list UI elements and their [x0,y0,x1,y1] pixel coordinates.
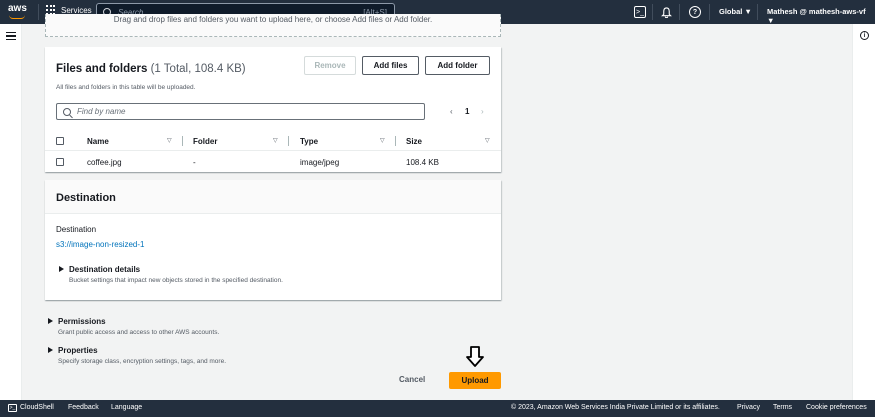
info-icon[interactable]: i [860,31,869,40]
drop-zone-text: Drag and drop files and folders you want… [113,15,433,24]
sort-caret-icon[interactable]: ▽ [380,137,385,144]
row-checkbox[interactable] [56,158,64,166]
expand-caret-icon[interactable] [48,347,53,353]
notifications-bell-icon[interactable] [660,6,672,18]
left-side-rail [0,24,22,400]
cell-type: image/jpeg [300,158,340,167]
column-divider[interactable] [395,136,396,146]
upload-button[interactable]: Upload [449,372,501,389]
cell-name: coffee.jpg [87,158,122,167]
filter-placeholder: Find by name [77,107,126,116]
add-folder-button[interactable]: Add folder [425,56,490,75]
find-by-name-input[interactable]: Find by name [56,103,425,120]
destination-label: Destination [56,225,97,234]
nav-divider [757,4,758,20]
column-divider[interactable] [288,136,289,146]
permissions-toggle[interactable]: Permissions [58,317,106,326]
files-count: (1 Total, 108.4 KB) [150,63,246,75]
properties-toggle[interactable]: Properties [58,346,98,355]
cloudshell-icon[interactable]: >_ [634,6,646,18]
aws-logo[interactable]: aws [8,3,30,21]
footer-cloudshell-link[interactable]: CloudShell [20,404,54,411]
table-header: Name ▽ Folder ▽ Type ▽ Size ▽ [45,131,501,151]
cell-folder: - [193,158,196,167]
destination-details-toggle[interactable]: Destination details [69,265,140,274]
footer-bar: >_ CloudShell Feedback Language © 2023, … [0,400,875,417]
search-icon [63,107,71,116]
account-menu[interactable]: Mathesh @ mathesh-aws-vf ▼ [767,7,875,25]
permissions-description: Grant public access and access to other … [58,329,220,336]
footer-copyright: © 2023, Amazon Web Services India Privat… [511,404,720,411]
footer-language-link[interactable]: Language [111,404,142,411]
region-selector[interactable]: Global ▼ [719,7,752,16]
column-header-folder[interactable]: Folder [193,137,217,146]
destination-title: Destination [56,192,116,204]
properties-description: Specify storage class, encryption settin… [58,358,227,365]
prev-page-chevron-icon[interactable]: ‹ [450,107,453,116]
page-number[interactable]: 1 [465,107,469,116]
remove-button[interactable]: Remove [304,56,356,75]
destination-panel-header: Destination [45,180,501,214]
table-row: coffee.jpg - image/jpeg 108.4 KB [45,152,501,172]
sort-caret-icon[interactable]: ▽ [273,137,278,144]
files-panel-title-text: Files and folders [56,63,148,75]
files-panel-title: Files and folders (1 Total, 108.4 KB) [56,63,246,75]
footer-cookie-preferences-link[interactable]: Cookie preferences [806,404,867,411]
right-side-rail: i [852,24,875,400]
cloudshell-icon[interactable]: >_ [8,404,17,412]
aws-smile-icon [9,15,25,19]
nav-divider [679,4,680,20]
sort-caret-icon[interactable]: ▽ [485,137,490,144]
footer-feedback-link[interactable]: Feedback [68,404,99,411]
nav-divider [652,4,653,20]
destination-bucket-link[interactable]: s3://image-non-resized-1 [56,240,144,249]
aws-logo-text: aws [8,3,27,14]
file-drop-zone[interactable]: Drag and drop files and folders you want… [45,14,501,37]
next-page-chevron-icon[interactable]: › [481,107,484,116]
column-header-type[interactable]: Type [300,137,318,146]
cell-size: 108.4 KB [406,158,439,167]
column-divider[interactable] [182,136,183,146]
cancel-button[interactable]: Cancel [399,375,425,384]
add-files-button[interactable]: Add files [362,56,419,75]
nav-divider [38,4,39,20]
down-arrow-icon [466,346,484,367]
expand-caret-icon[interactable] [48,318,53,324]
help-icon[interactable]: ? [689,6,701,18]
footer-privacy-link[interactable]: Privacy [737,404,760,411]
destination-details-description: Bucket settings that impact new objects … [69,277,283,284]
destination-panel: Destination Destination s3://image-non-r… [45,180,501,300]
column-header-name[interactable]: Name [87,137,109,146]
files-and-folders-panel: Files and folders (1 Total, 108.4 KB) Al… [45,47,501,172]
menu-hamburger-icon[interactable] [6,32,16,40]
select-all-checkbox[interactable] [56,137,64,145]
column-header-size[interactable]: Size [406,137,422,146]
sort-caret-icon[interactable]: ▽ [167,137,172,144]
nav-divider [709,4,710,20]
files-panel-description: All files and folders in this table will… [56,84,196,91]
expand-caret-icon[interactable] [59,266,64,272]
footer-terms-link[interactable]: Terms [773,404,792,411]
